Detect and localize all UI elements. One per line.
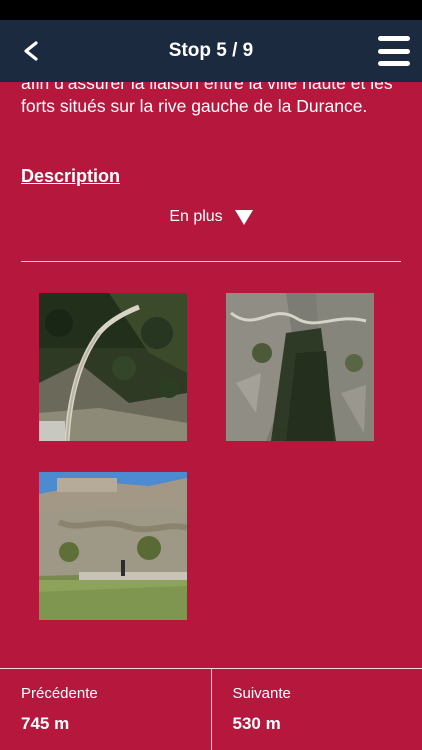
status-bar (0, 0, 422, 20)
triangle-down-icon (234, 209, 253, 225)
next-label: Suivante (232, 685, 291, 702)
stop-description-text: afin d’assurer la liaison entre la ville… (21, 82, 393, 116)
previous-distance: 745 m (21, 714, 70, 733)
photo-mountain-path (39, 293, 187, 441)
menu-button[interactable] (378, 36, 410, 66)
next-stop-button[interactable]: Suivante 530 m (210, 669, 422, 750)
gallery-photo-3[interactable] (39, 472, 187, 620)
footer-nav: Précédente 745 m Suivante 530 m (0, 668, 422, 750)
more-toggle[interactable]: En plus (0, 208, 422, 226)
content-area[interactable]: afin d’assurer la liaison entre la ville… (0, 82, 422, 668)
page-title: Stop 5 / 9 (168, 40, 254, 61)
description-link[interactable]: Description (21, 166, 120, 187)
photo-fortress (39, 472, 187, 620)
previous-label: Précédente (21, 685, 98, 702)
more-label: En plus (169, 208, 223, 225)
chevron-left-icon (24, 41, 38, 61)
hamburger-menu-icon (378, 36, 410, 41)
nav-bar: Stop 5 / 9 (0, 20, 422, 82)
next-distance: 530 m (232, 714, 281, 733)
back-button[interactable] (14, 34, 48, 68)
divider (21, 261, 401, 262)
photo-rocky-gorge (226, 293, 374, 441)
gallery-photo-1[interactable] (39, 293, 187, 441)
gallery-photo-2[interactable] (226, 293, 374, 441)
previous-stop-button[interactable]: Précédente 745 m (0, 669, 211, 750)
